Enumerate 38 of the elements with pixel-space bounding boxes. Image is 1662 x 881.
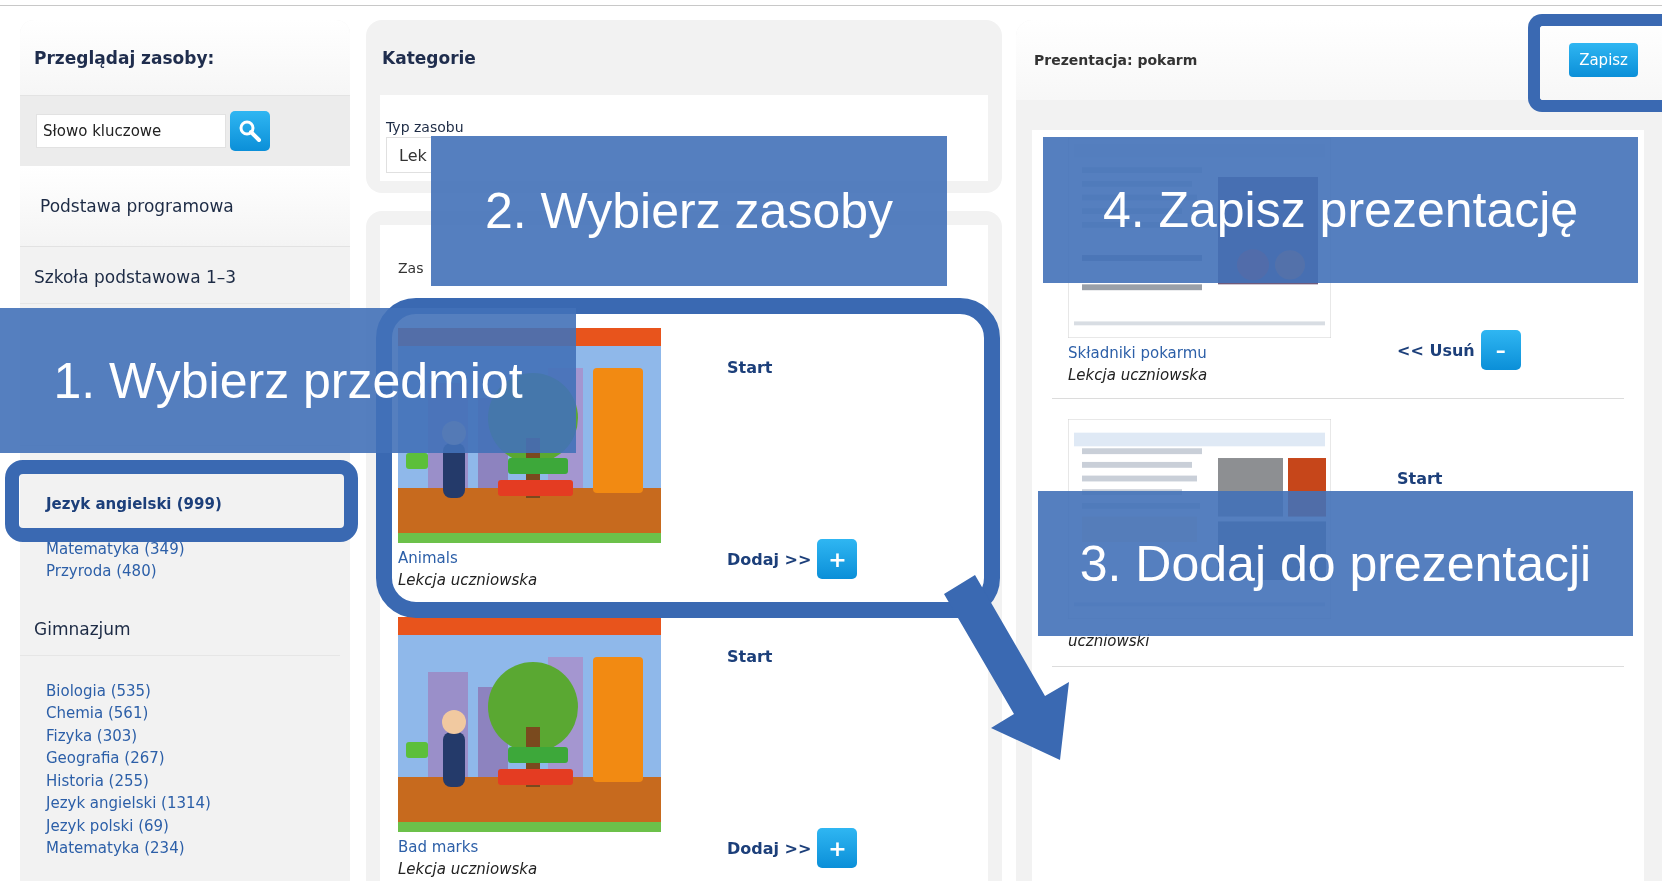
subject-link[interactable]: Jezyk angielski (999) [46, 492, 222, 515]
subject-link[interactable]: Matematyka (234) [46, 837, 185, 860]
presentation-title: Prezentacja: pokarm [1034, 52, 1198, 68]
group-heading: Gimnazjum [34, 618, 131, 639]
step-label: 3. Dodaj do prezentacji [1038, 491, 1633, 636]
subject-link[interactable]: Przyroda (480) [46, 560, 157, 583]
resource-title[interactable]: Animals [398, 549, 458, 567]
subject-link[interactable]: Historia (255) [46, 769, 149, 792]
subject-link[interactable]: Fizyka (303) [46, 724, 138, 747]
search-icon [238, 119, 262, 143]
resource-type: Lekcja uczniowska [398, 571, 538, 589]
remove-link[interactable]: << Usuń [1397, 340, 1475, 360]
start-link[interactable]: Start [727, 358, 773, 377]
panel-title: Przeglądaj zasoby: [34, 47, 215, 68]
subject-link[interactable]: Jezyk polski (69) [46, 814, 169, 837]
resource-type: Lekcja uczniowska [398, 860, 538, 878]
subject-link[interactable]: Jezyk angielski (1314) [46, 792, 211, 815]
step-label: 2. Wybierz zasoby [431, 136, 947, 286]
group-heading: Szkoła podstawowa 1–3 [34, 267, 237, 287]
search-field[interactable]: Słowo kluczowe [36, 114, 226, 148]
resource-title[interactable]: Bad marks [398, 838, 479, 856]
result-count: Zas [398, 260, 424, 276]
search-button[interactable] [230, 111, 270, 151]
resource-title[interactable]: Składniki pokarmu [1068, 344, 1207, 362]
section-heading: Podstawa programowa [40, 196, 234, 216]
step-label: 1. Wybierz przedmiot [0, 308, 576, 453]
resource-type: Lekcja uczniowska [1068, 366, 1208, 384]
subject-link[interactable]: Biologia (535) [46, 679, 151, 702]
field-label: Typ zasobu [386, 119, 464, 135]
subject-link[interactable]: Chemia (561) [46, 702, 149, 725]
subject-link[interactable]: Matematyka (349) [46, 537, 185, 560]
add-link[interactable]: Dodaj >> [727, 838, 812, 858]
subject-link[interactable]: Geografia (267) [46, 747, 165, 770]
start-link[interactable]: Start [727, 647, 773, 666]
start-link[interactable]: Start [1397, 469, 1443, 488]
step-label: 4. Zapisz prezentację [1043, 137, 1638, 283]
panel-title: Kategorie [382, 47, 476, 68]
add-link[interactable]: Dodaj >> [727, 549, 812, 569]
